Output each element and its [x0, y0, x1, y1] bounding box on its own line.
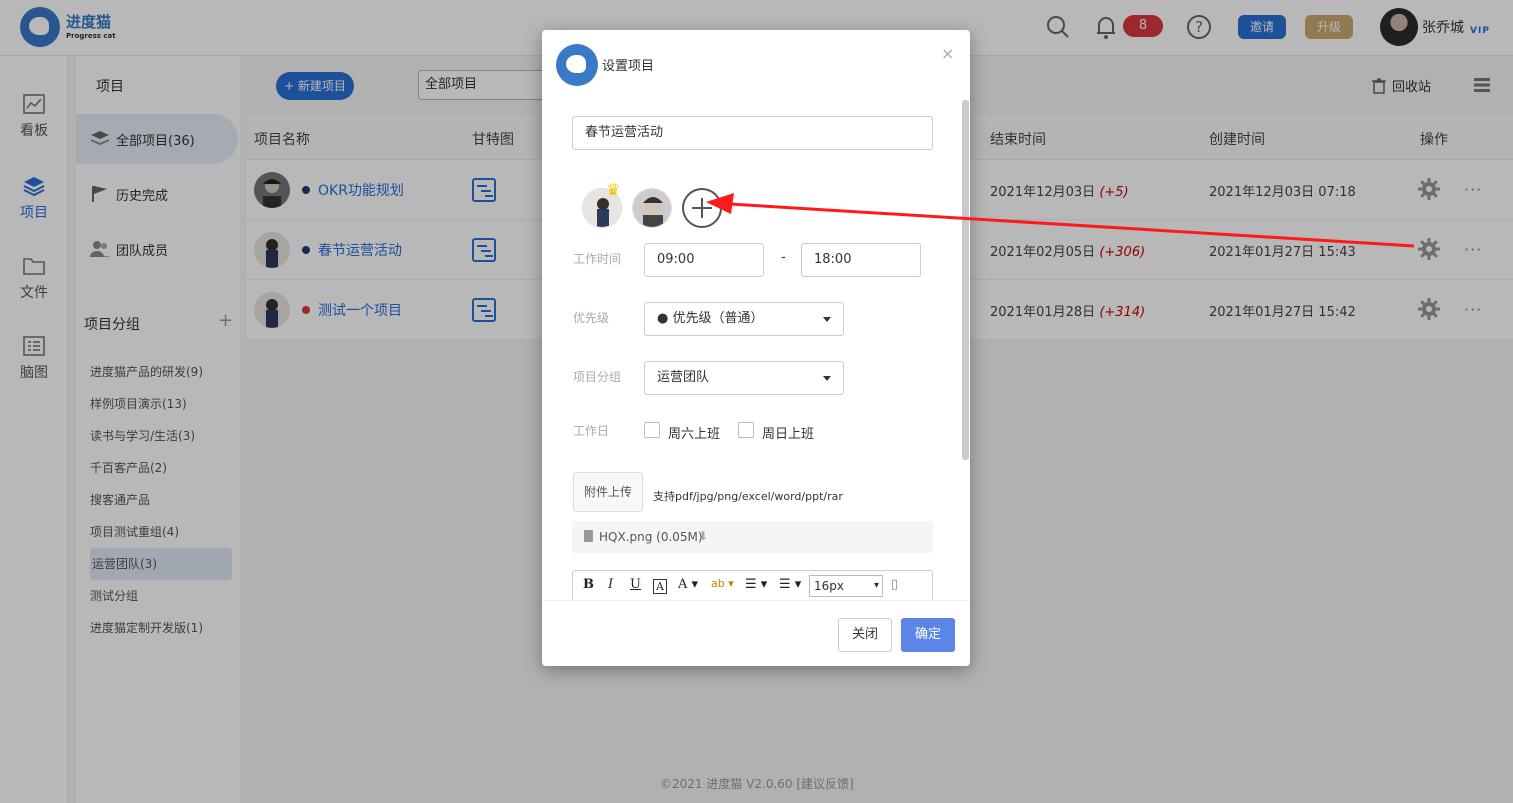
- saturday-label[interactable]: 周六上班: [668, 423, 720, 442]
- end-time-input[interactable]: 18:00: [801, 243, 921, 277]
- group-value: 运营团队: [657, 370, 710, 385]
- start-time-input[interactable]: 09:00: [644, 243, 764, 277]
- add-member-button[interactable]: [682, 188, 722, 228]
- work-time-label: 工作时间: [573, 252, 622, 266]
- dialog-scrollbar[interactable]: [962, 100, 969, 460]
- project-settings-dialog: 设置项目 × 春节运营活动 ♛ 工作时间 09:00 - 18:00 优先级 ●…: [542, 30, 970, 666]
- crown-icon: ♛: [606, 180, 621, 199]
- dialog-header: 设置项目 ×: [542, 30, 970, 100]
- font-size-select[interactable]: 16px ▾: [809, 575, 883, 597]
- sunday-label[interactable]: 周日上班: [762, 423, 814, 442]
- group-label: 项目分组: [573, 370, 622, 384]
- priority-label: 优先级: [573, 311, 610, 325]
- close-button[interactable]: 关闭: [838, 618, 892, 652]
- confirm-button[interactable]: 确定: [901, 618, 955, 652]
- underline-button[interactable]: U: [630, 577, 641, 592]
- dialog-title: 设置项目: [602, 59, 655, 74]
- attachment-item: HQX.png (0.05M) ⬇: [572, 521, 933, 553]
- upload-hint: 支持pdf/jpg/png/excel/word/ppt/rar: [653, 490, 843, 503]
- font-color-button[interactable]: A ▾: [678, 577, 698, 592]
- priority-select[interactable]: ● 优先级（普通）: [644, 302, 844, 336]
- upload-button[interactable]: 附件上传: [573, 472, 643, 512]
- file-icon: [584, 530, 593, 542]
- member-avatar[interactable]: [632, 188, 672, 228]
- bullet-list-button[interactable]: ☰ ▾: [779, 577, 801, 592]
- rich-text-toolbar: B I U A A ▾ ab ▾ ☰ ▾ ☰ ▾ 16px ▾ ▯: [572, 570, 933, 600]
- workday-label: 工作日: [573, 424, 610, 438]
- chevron-down-icon: [823, 317, 831, 322]
- sunday-checkbox[interactable]: [738, 422, 754, 438]
- priority-value: ● 优先级（普通）: [657, 311, 764, 326]
- time-separator: -: [781, 250, 786, 265]
- font-size-value: 16px: [814, 579, 844, 593]
- dialog-footer: 关闭 确定: [542, 600, 970, 666]
- bold-button[interactable]: B: [583, 577, 594, 592]
- attachment-name[interactable]: HQX.png (0.05M): [599, 530, 703, 544]
- dialog-body: 春节运营活动 ♛ 工作时间 09:00 - 18:00 优先级 ● 优先级（普通…: [542, 100, 970, 600]
- italic-button[interactable]: I: [608, 577, 613, 592]
- highlight-button[interactable]: ab ▾: [711, 577, 734, 590]
- text-box-button[interactable]: A: [653, 579, 667, 594]
- download-icon[interactable]: ⬇: [698, 529, 708, 543]
- document-icon[interactable]: ▯: [891, 577, 898, 592]
- project-name-input[interactable]: 春节运营活动: [572, 116, 933, 150]
- logo-icon: [556, 44, 598, 86]
- saturday-checkbox[interactable]: [644, 422, 660, 438]
- group-select[interactable]: 运营团队: [644, 361, 844, 395]
- close-icon[interactable]: ×: [941, 44, 954, 63]
- chevron-down-icon: [823, 376, 831, 381]
- ordered-list-button[interactable]: ☰ ▾: [745, 577, 767, 592]
